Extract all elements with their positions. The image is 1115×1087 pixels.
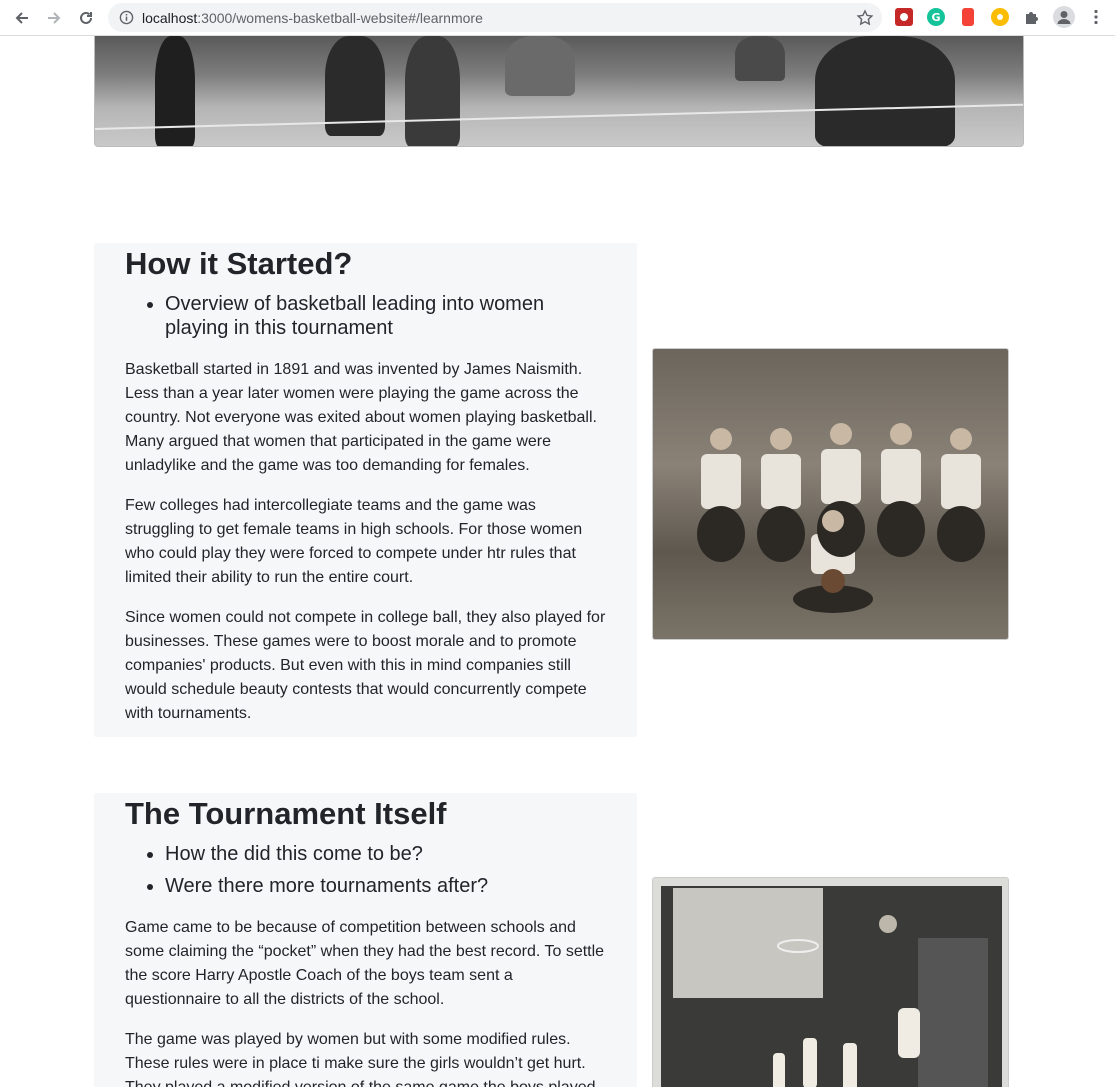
team-photo-figures: [697, 423, 985, 613]
bullet-item: Were there more tournaments after?: [165, 874, 606, 898]
back-icon[interactable]: [6, 2, 38, 34]
menu-kebab-icon[interactable]: [1087, 8, 1105, 26]
section-bullets: Overview of basketball leading into wome…: [165, 292, 606, 340]
hero-image: [94, 36, 1024, 147]
browser-toolbar: localhost:3000/womens-basketball-website…: [0, 0, 1115, 36]
game-photo-scene: [661, 886, 1002, 1087]
reload-icon[interactable]: [70, 2, 102, 34]
grammarly-icon[interactable]: G: [927, 8, 945, 26]
url-text[interactable]: localhost:3000/womens-basketball-website…: [142, 10, 483, 26]
section-how-it-started: How it Started? Overview of basketball l…: [94, 243, 637, 737]
address-bar[interactable]: localhost:3000/womens-basketball-website…: [108, 3, 882, 32]
paragraph: The game was played by women but with so…: [125, 1031, 600, 1087]
profile-avatar-icon[interactable]: [1053, 6, 1075, 28]
section-tournament-itself: The Tournament Itself How the did this c…: [94, 793, 637, 1087]
extension-gear-icon[interactable]: [991, 8, 1009, 26]
section-bullets: How the did this come to be? Were there …: [165, 842, 606, 898]
url-path: :3000/womens-basketball-website#/learnmo…: [197, 9, 483, 26]
page-content: How it Started? Overview of basketball l…: [0, 36, 1115, 1087]
bullet-item: Overview of basketball leading into wome…: [165, 292, 606, 340]
extension-lighthouse-icon[interactable]: [962, 8, 974, 26]
info-icon[interactable]: [118, 10, 134, 26]
bookmark-star-icon[interactable]: [856, 9, 874, 27]
paragraph: Game came to be because of competition b…: [125, 919, 605, 1009]
paragraph: Since women could not compete in college…: [125, 609, 606, 723]
section-title: How it Started?: [125, 246, 353, 281]
forward-icon[interactable]: [38, 2, 70, 34]
extensions-puzzle-icon[interactable]: [1023, 8, 1041, 26]
paragraph: Basketball started in 1891 and was inven…: [125, 361, 597, 475]
game-photo: [652, 877, 1009, 1087]
section-title: The Tournament Itself: [125, 796, 447, 831]
paragraph: Few colleges had intercollegiate teams a…: [125, 497, 583, 587]
team-photo: [652, 348, 1009, 640]
url-host: localhost: [142, 9, 198, 26]
extension-red-icon[interactable]: [895, 8, 913, 26]
bullet-item: How the did this come to be?: [165, 842, 606, 866]
